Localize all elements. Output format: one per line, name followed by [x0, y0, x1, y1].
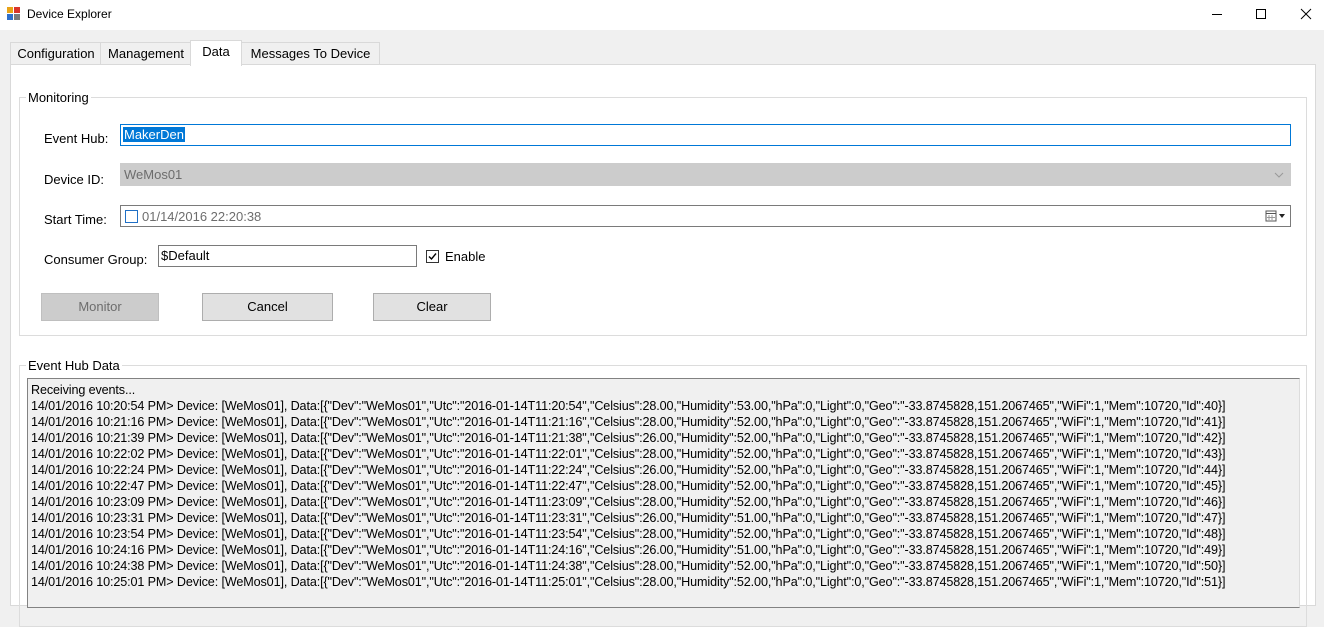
log-line: 14/01/2016 10:22:24 PM> Device: [WeMos01… — [31, 463, 1226, 477]
log-line: Receiving events... — [31, 383, 136, 397]
start-time-value: 01/14/2016 22:20:38 — [142, 209, 262, 224]
consumer-group-label: Consumer Group: — [44, 252, 148, 267]
maximize-icon — [1256, 9, 1266, 19]
start-time-picker[interactable]: 01/14/2016 22:20:38 — [120, 205, 1291, 227]
log-line: 14/01/2016 10:24:38 PM> Device: [WeMos01… — [31, 559, 1226, 573]
minimize-icon — [1212, 14, 1222, 15]
start-time-label: Start Time: — [44, 212, 107, 227]
log-line: 14/01/2016 10:23:31 PM> Device: [WeMos01… — [31, 511, 1226, 525]
enable-label: Enable — [445, 249, 486, 264]
maximize-button[interactable] — [1238, 0, 1284, 30]
device-id-label: Device ID: — [44, 172, 104, 187]
monitoring-group-title: Monitoring — [26, 90, 91, 105]
event-hub-data-group-title: Event Hub Data — [26, 358, 122, 373]
consumer-group-value: $Default — [161, 248, 210, 263]
tab-messages-to-device[interactable]: Messages To Device — [241, 42, 380, 64]
cancel-button[interactable]: Cancel — [202, 293, 333, 321]
log-line: 14/01/2016 10:21:39 PM> Device: [WeMos01… — [31, 431, 1226, 445]
monitor-button[interactable]: Monitor — [41, 293, 159, 321]
close-icon — [1300, 8, 1312, 20]
tab-management[interactable]: Management — [100, 42, 192, 64]
chevron-down-icon — [1274, 172, 1284, 178]
tab-data[interactable]: Data — [190, 40, 242, 66]
app-icon — [7, 7, 20, 20]
close-button[interactable] — [1283, 0, 1324, 30]
log-line: 14/01/2016 10:20:54 PM> Device: [WeMos01… — [31, 399, 1226, 413]
checkmark-icon — [428, 253, 437, 261]
log-line: 14/01/2016 10:22:02 PM> Device: [WeMos01… — [31, 447, 1226, 461]
event-log-textarea[interactable]: Receiving events... 14/01/2016 10:20:54 … — [27, 378, 1300, 608]
title-bar[interactable]: Device Explorer — [0, 0, 1324, 30]
minimize-button[interactable] — [1194, 0, 1240, 30]
consumer-group-field[interactable]: $Default — [158, 245, 417, 267]
start-time-checkbox[interactable] — [125, 210, 138, 223]
event-hub-field[interactable]: MakerDen — [120, 124, 1291, 146]
device-id-dropdown[interactable]: WeMos01 — [120, 163, 1291, 186]
log-line: 14/01/2016 10:22:47 PM> Device: [WeMos01… — [31, 479, 1226, 493]
device-id-value: WeMos01 — [124, 167, 183, 182]
window-title: Device Explorer — [27, 7, 112, 21]
clear-button[interactable]: Clear — [373, 293, 491, 321]
log-line: 14/01/2016 10:24:16 PM> Device: [WeMos01… — [31, 543, 1226, 557]
log-line: 14/01/2016 10:23:09 PM> Device: [WeMos01… — [31, 495, 1226, 509]
log-line: 14/01/2016 10:23:54 PM> Device: [WeMos01… — [31, 527, 1226, 541]
calendar-dropdown-icon[interactable] — [1265, 210, 1287, 222]
tab-configuration[interactable]: Configuration — [10, 42, 102, 64]
enable-checkbox[interactable] — [426, 250, 439, 263]
event-hub-value: MakerDen — [123, 127, 185, 142]
log-line: 14/01/2016 10:25:01 PM> Device: [WeMos01… — [31, 575, 1226, 589]
event-hub-label: Event Hub: — [44, 131, 109, 146]
log-line: 14/01/2016 10:21:16 PM> Device: [WeMos01… — [31, 415, 1226, 429]
